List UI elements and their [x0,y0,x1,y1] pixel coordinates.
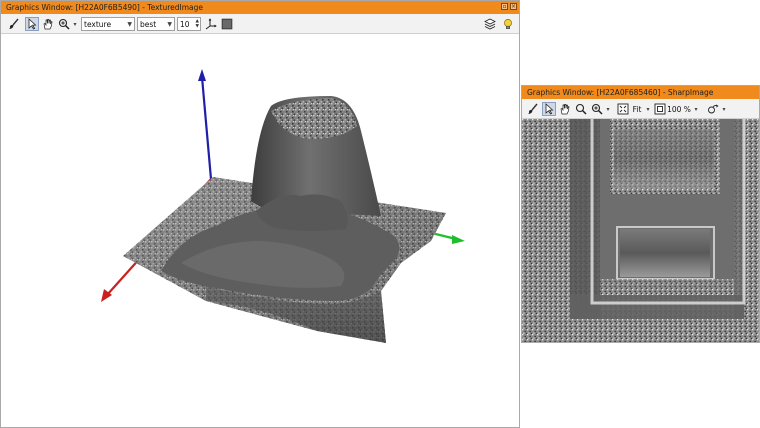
viewport-3d[interactable] [1,34,519,427]
layers-icon [484,18,496,30]
title-bar[interactable]: Graphics Window: [H22A0F6B5490] - Textur… [1,1,519,14]
close-button[interactable]: × [510,3,517,10]
bulb-icon [504,19,512,29]
zoom-in-icon [591,103,603,115]
window-title: Graphics Window: [H22A0F6B5490] - Textur… [6,3,204,12]
image-viewport[interactable] [522,119,759,342]
zoom-icon [58,18,70,30]
clear-brush-button[interactable] [7,17,21,31]
sampling-stepper[interactable]: 10 ▲ ▼ [177,17,201,31]
zoom-percent-label[interactable]: 100 % [667,102,691,116]
zoom-dropdown-arrow[interactable]: ▾ [604,102,612,116]
toolbar: ▾ texture ▼ best ▼ 10 ▲ ▼ [1,14,519,34]
rotate-dropdown-arrow[interactable]: ▾ [720,102,728,116]
graphics-window-textured: Graphics Window: [H22A0F6B5490] - Textur… [0,0,520,428]
rotate-icon [708,104,719,114]
title-bar[interactable]: Graphics Window: [H22A0F685460] - SharpI… [522,86,759,99]
fit-icon [617,103,629,115]
z-axis-arrow-icon [198,69,206,81]
zoom-dropdown-arrow[interactable]: ▾ [71,17,79,31]
zoom-percent-dropdown-arrow[interactable]: ▾ [692,102,700,116]
pan-tool-button[interactable] [558,102,572,116]
chevron-down-icon: ▼ [167,20,172,28]
zoom-in-button[interactable] [590,102,604,116]
fit-button[interactable] [616,102,630,116]
zoom-percent-icon [654,103,666,115]
axes-icon [205,18,217,30]
light-button[interactable] [501,17,515,31]
toolbar: ▾ Fit ▾ 100 % ▾ ▾ [522,99,759,119]
zoom-percent-button[interactable] [653,102,667,116]
zoom-button[interactable] [57,17,71,31]
pointer-icon [28,18,37,30]
quality-select[interactable]: best ▼ [137,17,175,31]
hand-icon [560,103,570,115]
magnifier-icon [575,103,587,115]
window-title: Graphics Window: [H22A0F685460] - SharpI… [527,88,714,97]
axes-button[interactable] [204,17,218,31]
pointer-icon [545,103,554,115]
fit-dropdown-arrow[interactable]: ▾ [644,102,652,116]
magnify-button[interactable] [574,102,588,116]
brush-icon [9,18,19,29]
clear-brush-button[interactable] [526,102,540,116]
restore-button[interactable]: ▫ [501,3,508,10]
surface-3d-render[interactable] [1,34,520,428]
fit-label[interactable]: Fit [630,102,644,116]
stepper-arrows-icon[interactable]: ▲ ▼ [196,19,199,29]
select-tool-button[interactable] [542,102,556,116]
pan-tool-button[interactable] [41,17,55,31]
select-tool-button[interactable] [25,17,39,31]
sampling-value: 10 [180,19,190,29]
render-mode-value: texture [84,19,112,29]
brush-icon [528,103,538,114]
hand-icon [43,18,53,30]
y-axis-arrow-icon [452,235,465,244]
sharp-image-render[interactable] [522,119,760,343]
layers-button[interactable] [483,17,497,31]
color-square-icon [221,18,233,30]
render-mode-select[interactable]: texture ▼ [81,17,135,31]
quality-value: best [140,19,157,29]
graphics-window-sharp: Graphics Window: [H22A0F685460] - SharpI… [521,85,760,343]
color-button[interactable] [220,17,234,31]
rotate-button[interactable] [706,102,720,116]
chevron-down-icon: ▼ [127,20,132,28]
